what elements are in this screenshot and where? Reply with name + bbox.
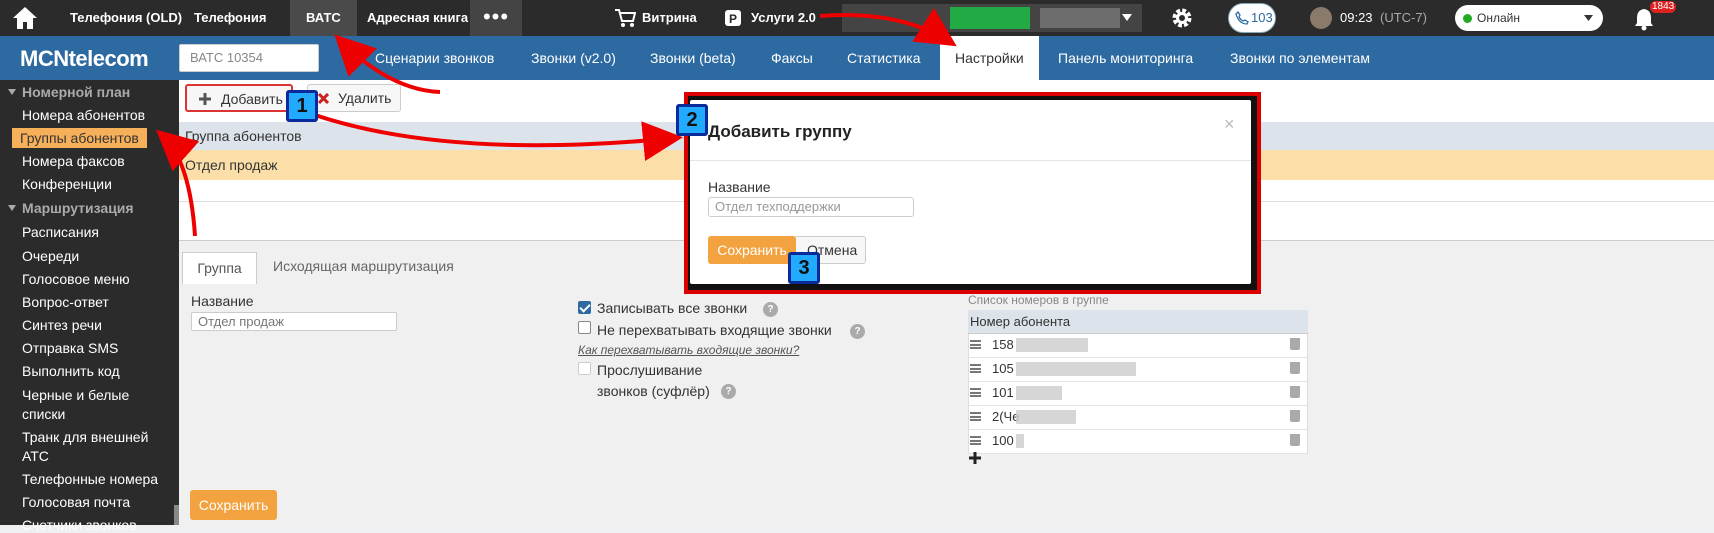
arrow-to-modal — [314, 113, 683, 162]
arrow-to-groups-item — [156, 129, 200, 237]
callout-1: 1 — [286, 90, 318, 122]
callout-2: 2 — [676, 104, 708, 136]
annotation-arrows — [156, 7, 957, 237]
callout-3: 3 — [788, 252, 820, 284]
arrow-to-settings-tab — [819, 7, 957, 47]
arrow-to-vats-tab — [334, 34, 441, 94]
